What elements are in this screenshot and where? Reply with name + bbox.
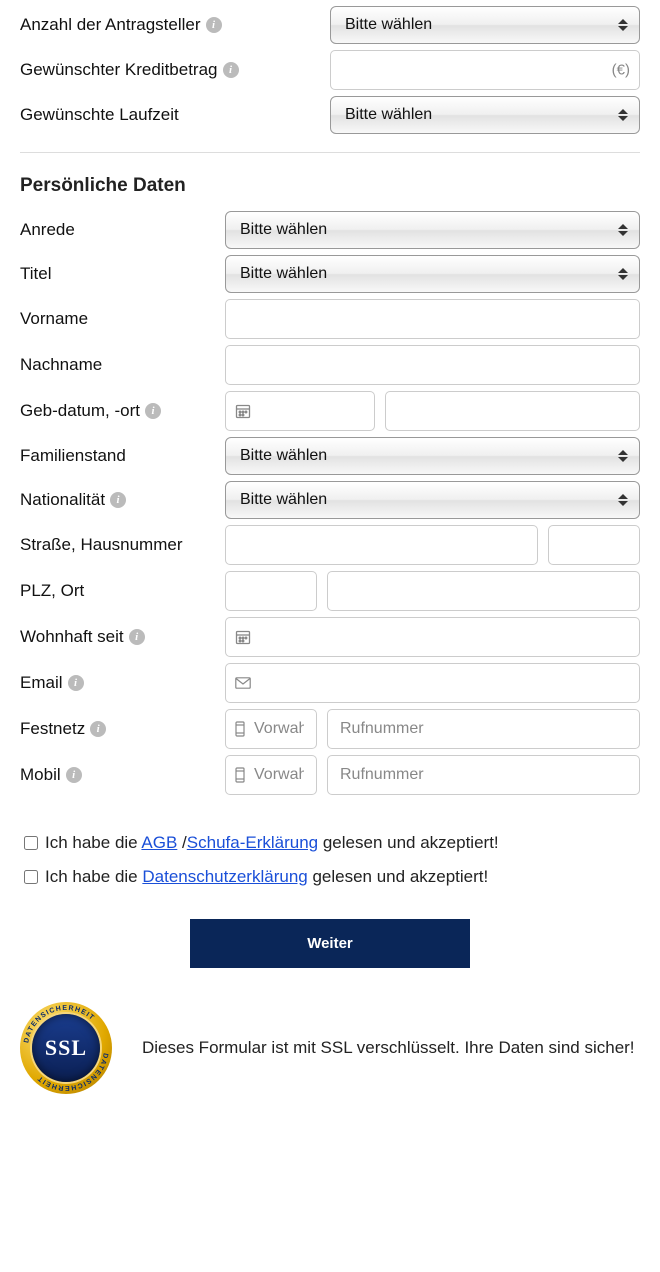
title-label: Titel [20, 264, 52, 284]
agb-checkbox[interactable] [24, 836, 38, 850]
city-input[interactable] [327, 571, 640, 611]
firstname-input[interactable] [225, 299, 640, 339]
info-icon[interactable]: i [110, 492, 126, 508]
mobile-label: Mobil [20, 765, 61, 785]
birthplace-input[interactable] [385, 391, 640, 431]
info-icon[interactable]: i [145, 403, 161, 419]
salutation-select[interactable]: Bitte wählen [225, 211, 640, 249]
personal-heading: Persönliche Daten [20, 175, 640, 197]
applicants-select[interactable]: Bitte wählen [330, 6, 640, 44]
ssl-message: Dieses Formular ist mit SSL verschlüssel… [142, 1036, 635, 1060]
plz-input[interactable] [225, 571, 317, 611]
currency-suffix: (€) [612, 62, 630, 79]
nationality-label: Nationalität [20, 490, 105, 510]
info-icon[interactable]: i [68, 675, 84, 691]
chevron-updown-icon [618, 494, 628, 506]
lastname-input[interactable] [225, 345, 640, 385]
ssl-badge: DATENSICHERHEIT DATENSICHERHEIT SSL [20, 1002, 112, 1094]
salutation-select-value: Bitte wählen [240, 221, 327, 239]
nationality-select[interactable]: Bitte wählen [225, 481, 640, 519]
landline-label: Festnetz [20, 719, 85, 739]
info-icon[interactable]: i [66, 767, 82, 783]
mobile-number-input[interactable] [327, 755, 640, 795]
phone-icon [235, 721, 245, 737]
term-select-value: Bitte wählen [345, 106, 432, 124]
chevron-updown-icon [618, 268, 628, 280]
birth-label: Geb-datum, -ort [20, 401, 140, 421]
divider [20, 152, 640, 153]
chevron-updown-icon [618, 450, 628, 462]
applicants-select-value: Bitte wählen [345, 16, 432, 34]
title-select[interactable]: Bitte wählen [225, 255, 640, 293]
plz-label: PLZ, Ort [20, 581, 84, 601]
firstname-label: Vorname [20, 309, 88, 329]
housenumber-input[interactable] [548, 525, 640, 565]
marital-label: Familienstand [20, 446, 126, 466]
applicants-label: Anzahl der Antragsteller [20, 15, 201, 35]
resident-label: Wohnhaft seit [20, 627, 124, 647]
privacy-checkbox[interactable] [24, 870, 38, 884]
ssl-badge-text: SSL [32, 1014, 100, 1082]
chevron-updown-icon [618, 19, 628, 31]
title-select-value: Bitte wählen [240, 265, 327, 283]
info-icon[interactable]: i [90, 721, 106, 737]
calendar-icon [235, 403, 251, 419]
phone-icon [235, 767, 245, 783]
marital-select[interactable]: Bitte wählen [225, 437, 640, 475]
salutation-label: Anrede [20, 220, 75, 240]
consent-text: Ich habe die Datenschutzerklärung gelese… [45, 867, 488, 887]
info-icon[interactable]: i [206, 17, 222, 33]
resident-since-input[interactable] [225, 617, 640, 657]
info-icon[interactable]: i [223, 62, 239, 78]
submit-button[interactable]: Weiter [190, 919, 470, 968]
privacy-link[interactable]: Datenschutzerklärung [142, 867, 307, 886]
term-label: Gewünschte Laufzeit [20, 105, 179, 125]
marital-select-value: Bitte wählen [240, 447, 327, 465]
nationality-select-value: Bitte wählen [240, 491, 327, 509]
lastname-label: Nachname [20, 355, 102, 375]
email-label: Email [20, 673, 63, 693]
chevron-updown-icon [618, 109, 628, 121]
term-select[interactable]: Bitte wählen [330, 96, 640, 134]
info-icon[interactable]: i [129, 629, 145, 645]
street-label: Straße, Hausnummer [20, 535, 183, 555]
mail-icon [235, 677, 251, 689]
consent-text: Ich habe die AGB /Schufa-Erklärung geles… [45, 833, 499, 853]
email-input[interactable] [225, 663, 640, 703]
amount-label: Gewünschter Kreditbetrag [20, 60, 218, 80]
agb-link[interactable]: AGB [141, 833, 177, 852]
chevron-updown-icon [618, 224, 628, 236]
amount-input[interactable] [330, 50, 640, 90]
schufa-link[interactable]: Schufa-Erklärung [187, 833, 318, 852]
street-input[interactable] [225, 525, 538, 565]
calendar-icon [235, 629, 251, 645]
landline-number-input[interactable] [327, 709, 640, 749]
